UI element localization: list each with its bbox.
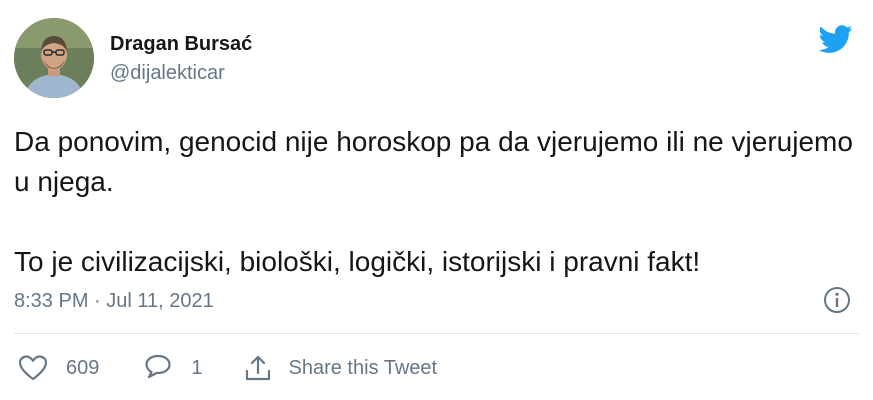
tweet-paragraph: Da ponovim, genocid nije horoskop pa da … xyxy=(14,126,853,197)
tweet-card: Dragan Bursać @dijalekticar Da ponovim, … xyxy=(0,0,873,400)
tweet-paragraph: To je civilizacijski, biološki, logički,… xyxy=(14,246,701,277)
divider xyxy=(14,333,859,334)
avatar[interactable] xyxy=(14,18,94,98)
author-name[interactable]: Dragan Bursać xyxy=(110,33,252,56)
like-count: 609 xyxy=(66,356,100,379)
action-bar: 609 1 Share this Tweet xyxy=(18,350,437,386)
tweet-timestamp[interactable]: 8:33 PM · Jul 11, 2021 xyxy=(14,290,214,313)
reply-bubble-icon xyxy=(143,353,173,383)
share-icon xyxy=(243,353,273,383)
tweet-text: Da ponovim, genocid nije horoskop pa da … xyxy=(14,122,854,282)
author-handle[interactable]: @dijalekticar xyxy=(110,62,225,85)
twitter-bird-icon[interactable] xyxy=(818,22,853,56)
like-button[interactable]: 609 xyxy=(18,354,99,382)
heart-icon xyxy=(18,354,48,382)
share-button[interactable]: Share this Tweet xyxy=(243,353,438,383)
reply-button[interactable]: 1 xyxy=(143,353,203,383)
reply-count: 1 xyxy=(191,356,203,379)
info-icon[interactable] xyxy=(823,286,851,314)
share-label: Share this Tweet xyxy=(288,356,438,379)
